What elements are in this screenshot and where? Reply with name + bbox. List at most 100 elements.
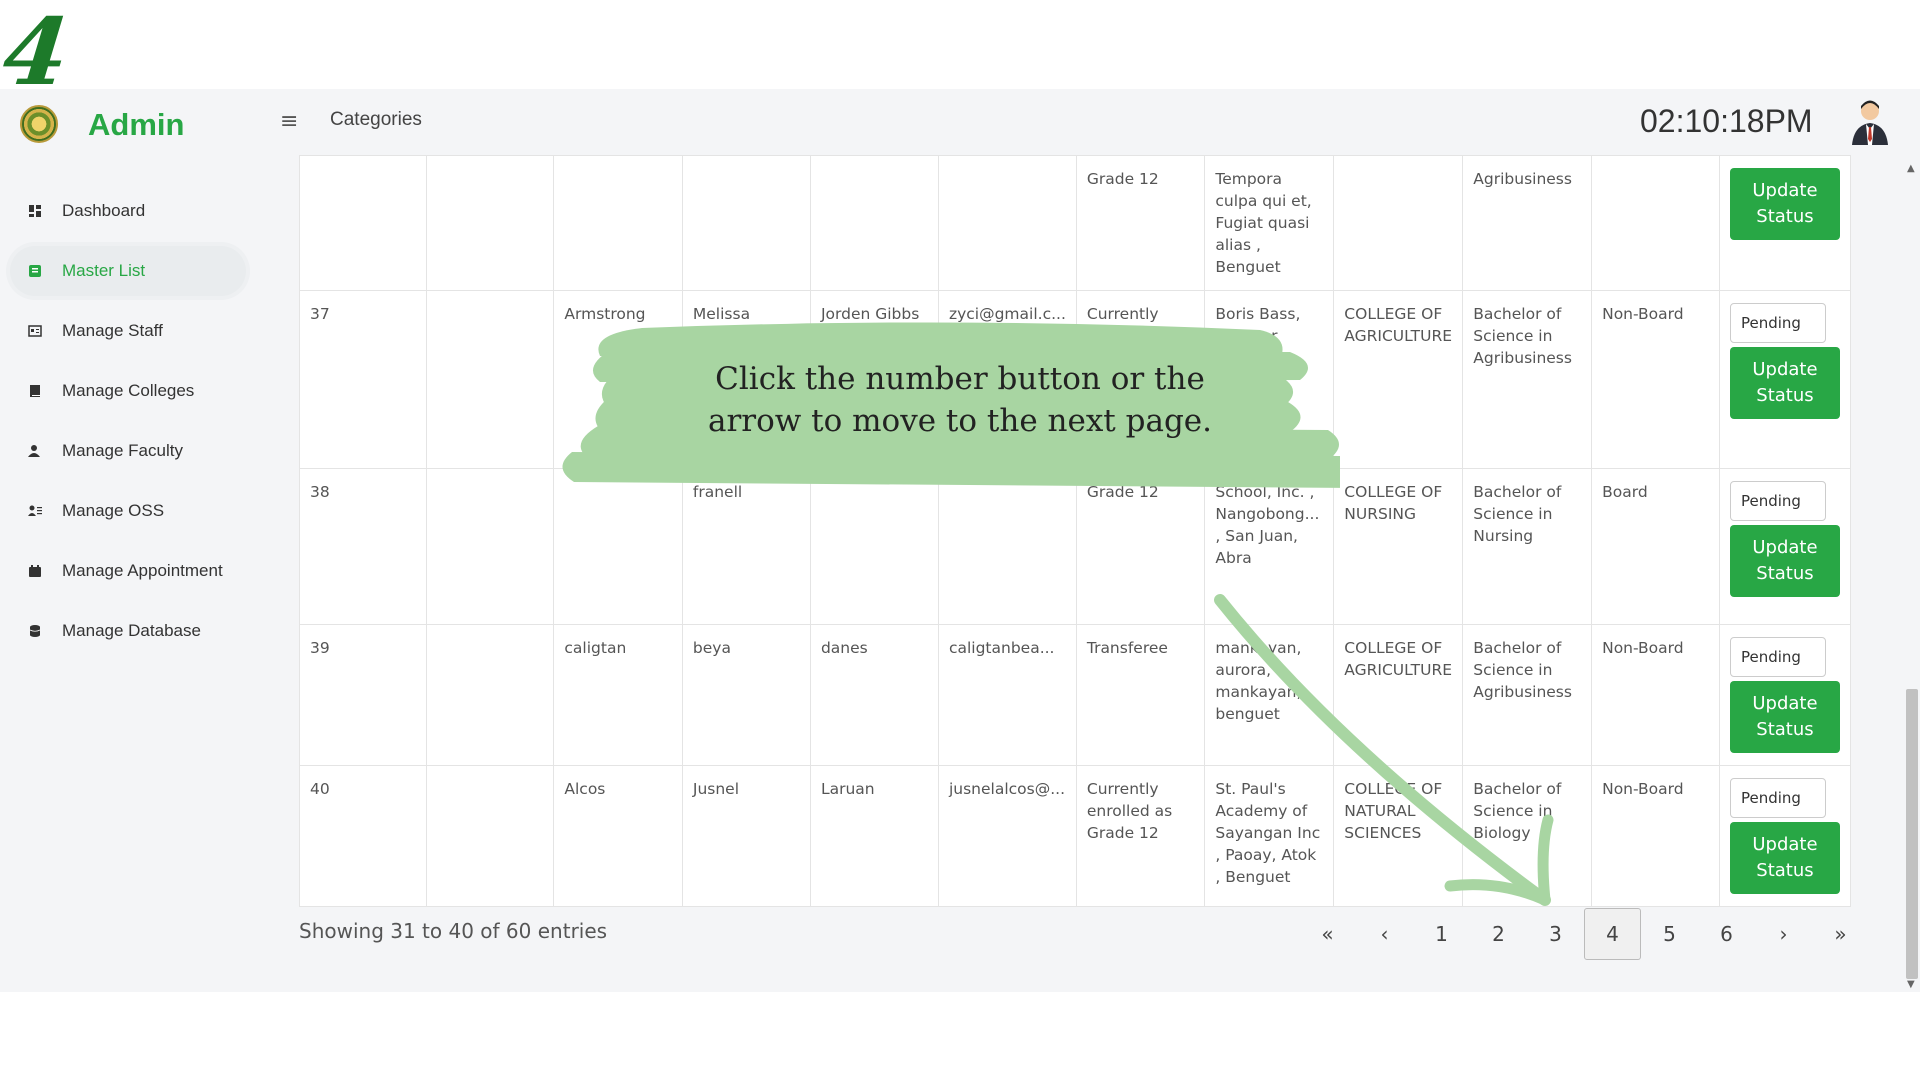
step-number: 4 [0,0,74,106]
cell-actions: Pending Update Status [1718,624,1852,766]
cell-type: Board [1591,468,1720,625]
cell-actions: Pending Update Status [1718,290,1852,469]
cell-type: Non-Board [1591,765,1720,907]
cell-no [298,155,428,291]
table-row: Grade 12 Tempora culpa qui et, Fugiat qu… [298,155,1852,291]
pending-button[interactable]: Pending [1729,778,1826,818]
cell-no: 39 [298,624,428,766]
page-last-button[interactable]: » [1812,908,1869,960]
cell-first [681,155,811,291]
sidebar-item-manage-faculty[interactable]: Manage Faculty [10,426,246,476]
cell-status: Transferee [1075,624,1206,766]
book-icon [30,385,40,397]
sidebar-item-label: Dashboard [62,201,146,220]
cell-status: Currently enrolled as Grade 12 [1075,765,1206,907]
sidebar-item-label: Manage Faculty [62,441,183,460]
scroll-up-arrow-icon[interactable]: ▲ [1907,163,1915,174]
avatar[interactable] [1848,97,1892,145]
cell-first: Jusnel [681,765,811,907]
page-6-button[interactable]: 6 [1698,908,1755,960]
list-icon [29,265,41,277]
sidebar-item-manage-appointment[interactable]: Manage Appointment [10,546,246,596]
page-4-button[interactable]: 4 [1584,908,1641,960]
sidebar-item-manage-database[interactable]: Manage Database [10,606,246,656]
cell-type [1591,155,1720,291]
vertical-scrollbar[interactable]: ▲ ▼ [1904,155,1920,992]
cell-email [937,155,1077,291]
pending-button[interactable]: Pending [1729,303,1826,343]
update-status-button[interactable]: Update Status [1729,347,1840,419]
update-status-button[interactable]: Update Status [1729,168,1840,240]
scroll-thumb[interactable] [1906,689,1918,979]
cell-program: Agribusiness [1462,155,1593,291]
main-content: Grade 12 Tempora culpa qui et, Fugiat qu… [281,155,1871,987]
cell-empty [426,468,555,625]
sidebar-item-label: Manage OSS [62,501,165,520]
top-bar: Admin ≡ Categories 02:10:18PM [0,89,1920,155]
cell-email: caligtanbea... [937,624,1077,766]
cell-first: beya [681,624,811,766]
pointer-arrow-icon [1214,594,1554,906]
user-icon [28,445,40,457]
entries-info: Showing 31 to 40 of 60 entries [299,919,608,943]
cell-school: Tempora culpa qui et, Fugiat quasi alias… [1204,155,1335,291]
sidebar-item-label: Master List [62,261,146,280]
pending-button[interactable]: Pending [1729,637,1826,677]
dashboard-icon [29,205,41,217]
sidebar-item-manage-oss[interactable]: Manage OSS [10,486,246,536]
cell-empty [426,155,555,291]
cell-status: Grade 12 [1075,155,1206,291]
scroll-down-arrow-icon[interactable]: ▼ [1907,979,1915,990]
cell-no: 40 [298,765,428,907]
cell-college: COLLEGE OF AGRICULTURE [1333,290,1464,469]
id-card-icon [28,325,42,337]
cell-empty [426,290,555,469]
user-list-icon [28,505,42,516]
cell-no: 38 [298,468,428,625]
cell-no: 37 [298,290,428,469]
calendar-icon [29,565,41,577]
university-logo [20,105,58,143]
pending-button[interactable]: Pending [1729,481,1826,521]
sidebar-item-label: Manage Appointment [62,561,223,580]
cell-last [553,155,683,291]
cell-type: Non-Board [1591,290,1720,469]
cell-email: jusnelalcos@... [937,765,1077,907]
clock: 02:10:18PM [1640,103,1813,139]
master-list-table: Grade 12 Tempora culpa qui et, Fugiat qu… [298,155,1852,907]
table-row: 40 Alcos Jusnel Laruan jusnelalcos@... C… [298,765,1852,907]
page-5-button[interactable]: 5 [1641,908,1698,960]
sidebar-item-manage-colleges[interactable]: Manage Colleges [10,366,246,416]
cell-middle [809,155,939,291]
cell-empty [426,624,555,766]
sidebar-item-label: Manage Colleges [62,381,195,400]
cell-college [1333,155,1464,291]
table-row: 39 caligtan beya danes caligtanbea... Tr… [298,624,1852,766]
sidebar-item-label: Manage Staff [62,321,163,340]
cell-middle: Laruan [809,765,939,907]
cell-middle: danes [809,624,939,766]
page-title: Categories [330,109,422,130]
update-status-button[interactable]: Update Status [1729,822,1840,894]
sidebar-item-label: Manage Database [62,621,201,640]
brand-title: Admin [88,107,185,142]
cell-program: Bachelor of Science in Agribusiness [1462,290,1593,469]
cell-actions: Pending Update Status [1718,765,1852,907]
update-status-button[interactable]: Update Status [1729,681,1840,753]
sidebar-item-master-list[interactable]: Master List [10,246,246,296]
update-status-button[interactable]: Update Status [1729,525,1840,597]
page-next-button[interactable]: › [1755,908,1812,960]
sidebar: Dashboard Master List Manage Staff Manag… [0,155,250,992]
database-icon [29,625,41,637]
cell-type: Non-Board [1591,624,1720,766]
cell-actions: Pending Update Status [1718,468,1852,625]
hamburger-menu-icon[interactable]: ≡ [280,109,298,134]
cell-last: Alcos [553,765,683,907]
sidebar-item-manage-staff[interactable]: Manage Staff [10,306,246,356]
cell-last: caligtan [553,624,683,766]
cell-empty [426,765,555,907]
callout-text: Click the number button or the arrow to … [708,361,1212,439]
app-window: Admin ≡ Categories 02:10:18PM Dashboard … [0,89,1920,992]
sidebar-item-dashboard[interactable]: Dashboard [10,186,246,236]
cell-actions: Update Status [1718,155,1852,291]
